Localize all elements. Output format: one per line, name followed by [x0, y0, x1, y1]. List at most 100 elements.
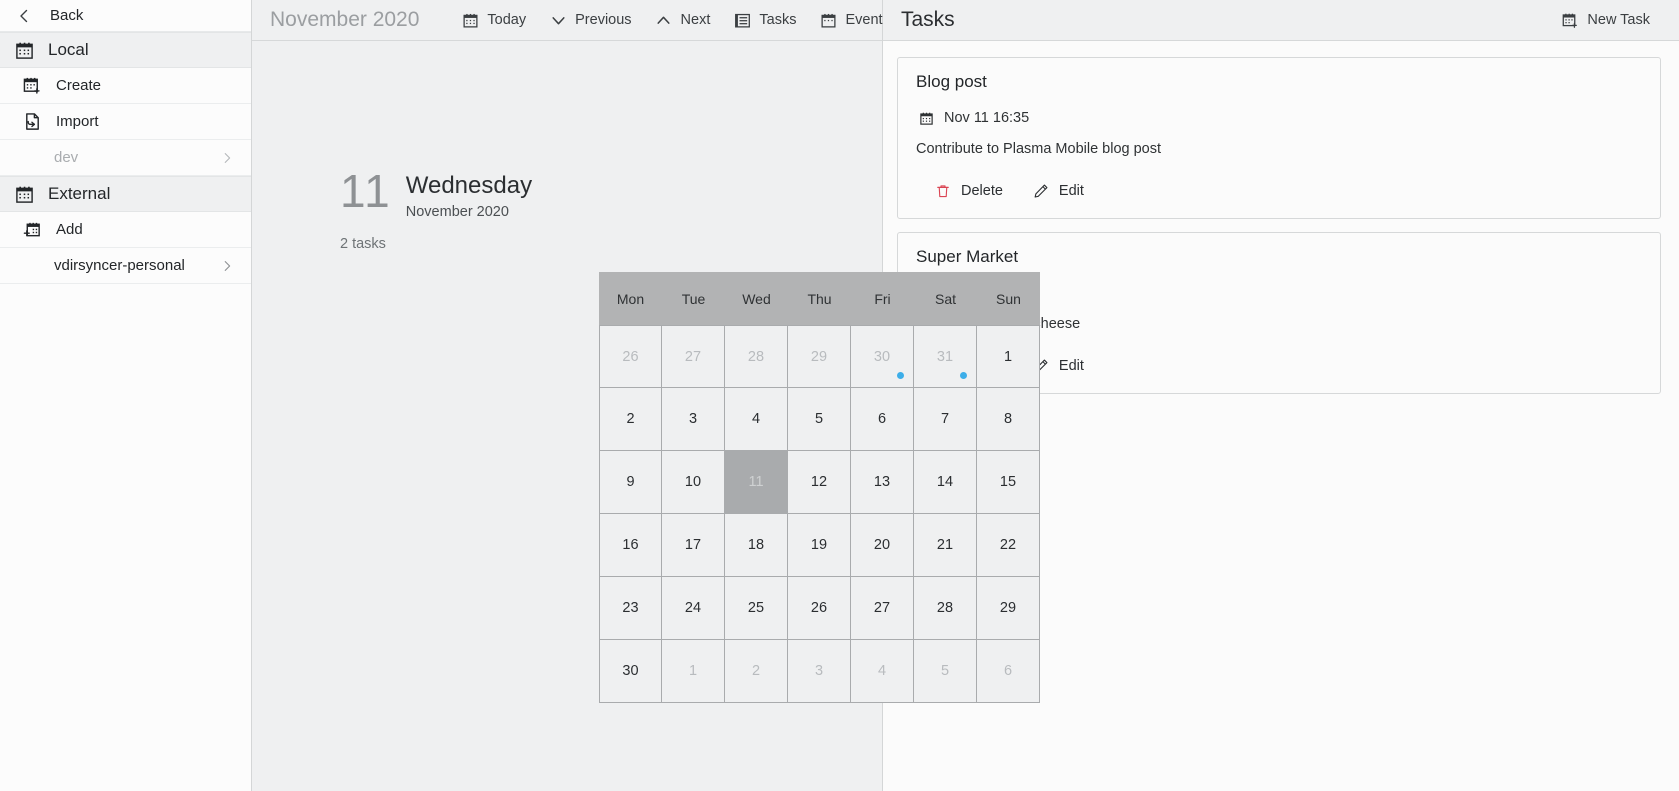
sidebar-item-vdirsyncer-personal[interactable]: vdirsyncer-personal: [0, 248, 251, 284]
day-cell[interactable]: 30: [599, 640, 662, 703]
edit-task-label: Edit: [1058, 183, 1084, 199]
day-cell[interactable]: 26: [599, 325, 662, 388]
day-cell[interactable]: 24: [662, 577, 725, 640]
day-cell-number: 28: [936, 600, 954, 616]
sidebar-section-local-label: Local: [48, 40, 89, 59]
day-cell[interactable]: 6: [851, 388, 914, 451]
day-cell[interactable]: 23: [599, 577, 662, 640]
day-cell[interactable]: 31: [914, 325, 977, 388]
day-cell[interactable]: 3: [662, 388, 725, 451]
sidebar-item-dev[interactable]: dev: [0, 140, 251, 176]
day-cell[interactable]: 16: [599, 514, 662, 577]
tasks-pane-header: Tasks New Task: [883, 0, 1679, 41]
day-cell-number: 20: [873, 537, 891, 553]
day-cell[interactable]: 5: [788, 388, 851, 451]
sidebar-item-import-label: Import: [56, 113, 99, 130]
today-button[interactable]: Today: [449, 6, 537, 34]
day-cell[interactable]: 28: [725, 325, 788, 388]
calendar-toolbar: November 2020 Today Previous Next Tasks …: [252, 0, 890, 41]
calendar-pane: November 2020 Today Previous Next Tasks …: [252, 0, 1040, 791]
day-cell[interactable]: 17: [662, 514, 725, 577]
sidebar-item-create[interactable]: Create: [0, 68, 251, 104]
day-cell[interactable]: 26: [788, 577, 851, 640]
task-title: Blog post: [916, 72, 987, 91]
day-cell-number: 21: [936, 537, 954, 553]
pencil-icon: [1031, 181, 1051, 201]
day-cell[interactable]: 18: [725, 514, 788, 577]
task-card[interactable]: Blog post Nov 11 16:35 Contribute to Pla…: [897, 57, 1661, 219]
task-description: Contribute to Plasma Mobile blog post: [916, 141, 1162, 157]
chevron-right-icon: [217, 148, 237, 168]
previous-button[interactable]: Previous: [537, 6, 642, 34]
chevron-up-icon: [654, 10, 674, 30]
task-datetime: Nov 11 16:35: [916, 108, 1642, 128]
day-cell-number: 3: [688, 411, 698, 427]
sidebar-section-external-label: External: [48, 184, 111, 203]
day-cell-number: 12: [810, 474, 828, 490]
day-cell-number: 30: [622, 663, 639, 679]
chevron-down-icon: [548, 10, 568, 30]
day-cell[interactable]: 29: [977, 577, 1040, 640]
sidebar-section-external[interactable]: External: [0, 176, 251, 212]
day-cell[interactable]: 8: [977, 388, 1040, 451]
day-cell[interactable]: 11: [725, 451, 788, 514]
day-cell[interactable]: 22: [977, 514, 1040, 577]
tasks-button-label: Tasks: [759, 12, 797, 28]
day-cell-number: 13: [873, 474, 891, 490]
day-cell[interactable]: 1: [662, 640, 725, 703]
day-cell[interactable]: 30: [851, 325, 914, 388]
delete-task-button[interactable]: Delete: [924, 177, 1012, 205]
sidebar-item-import[interactable]: Import: [0, 104, 251, 140]
day-cell[interactable]: 3: [788, 640, 851, 703]
day-cell[interactable]: 13: [851, 451, 914, 514]
day-number: 11: [340, 165, 392, 217]
sidebar-item-vdirsyncer-personal-label: vdirsyncer-personal: [54, 257, 185, 274]
day-cell[interactable]: 20: [851, 514, 914, 577]
tasks-pane-title: Tasks: [901, 8, 955, 31]
day-cell[interactable]: 2: [725, 640, 788, 703]
day-cell-number: 29: [810, 348, 828, 365]
day-month-year: November 2020: [405, 204, 509, 220]
calendar-today-icon: [460, 10, 480, 30]
day-cell-number: 1: [1003, 348, 1013, 365]
day-cell[interactable]: 19: [788, 514, 851, 577]
weekday-header-wed: Wed: [742, 290, 771, 307]
day-cell[interactable]: 12: [788, 451, 851, 514]
day-cell[interactable]: 27: [851, 577, 914, 640]
day-cell[interactable]: 4: [851, 640, 914, 703]
day-cell[interactable]: 5: [914, 640, 977, 703]
day-cell[interactable]: 27: [662, 325, 725, 388]
sidebar-item-add[interactable]: Add: [0, 212, 251, 248]
next-button-label: Next: [680, 12, 711, 28]
day-cell-number: 2: [751, 663, 761, 679]
sidebar-back-button[interactable]: Back: [0, 0, 251, 32]
weekday-header-sat: Sat: [934, 290, 956, 307]
day-cell-number: 30: [873, 348, 891, 365]
day-cell-number: 15: [999, 474, 1017, 490]
day-cell[interactable]: 25: [725, 577, 788, 640]
new-task-button[interactable]: New Task: [1549, 6, 1661, 34]
day-cell[interactable]: 14: [914, 451, 977, 514]
day-cell[interactable]: 21: [914, 514, 977, 577]
sidebar-back-label: Back: [50, 7, 84, 24]
day-cell[interactable]: 1: [977, 325, 1040, 388]
day-cell[interactable]: 9: [599, 451, 662, 514]
day-cell-number: 10: [684, 474, 702, 490]
toolbar-month-title: November 2020: [270, 8, 420, 31]
day-cell[interactable]: 15: [977, 451, 1040, 514]
edit-task-button[interactable]: Edit: [1022, 177, 1093, 205]
sidebar-section-local[interactable]: Local: [0, 32, 251, 68]
day-cell-number: 2: [626, 411, 635, 427]
next-button[interactable]: Next: [643, 6, 722, 34]
day-cell-number: 31: [936, 348, 954, 365]
day-cell[interactable]: 29: [788, 325, 851, 388]
day-cell[interactable]: 7: [914, 388, 977, 451]
day-cell[interactable]: 28: [914, 577, 977, 640]
day-cell[interactable]: 6: [977, 640, 1040, 703]
day-cell[interactable]: 2: [599, 388, 662, 451]
day-cell[interactable]: 4: [725, 388, 788, 451]
day-cell-number: 7: [940, 411, 950, 427]
day-cell[interactable]: 10: [662, 451, 725, 514]
tasks-button[interactable]: Tasks: [721, 6, 807, 34]
weekday-header-fri: Fri: [874, 290, 891, 307]
